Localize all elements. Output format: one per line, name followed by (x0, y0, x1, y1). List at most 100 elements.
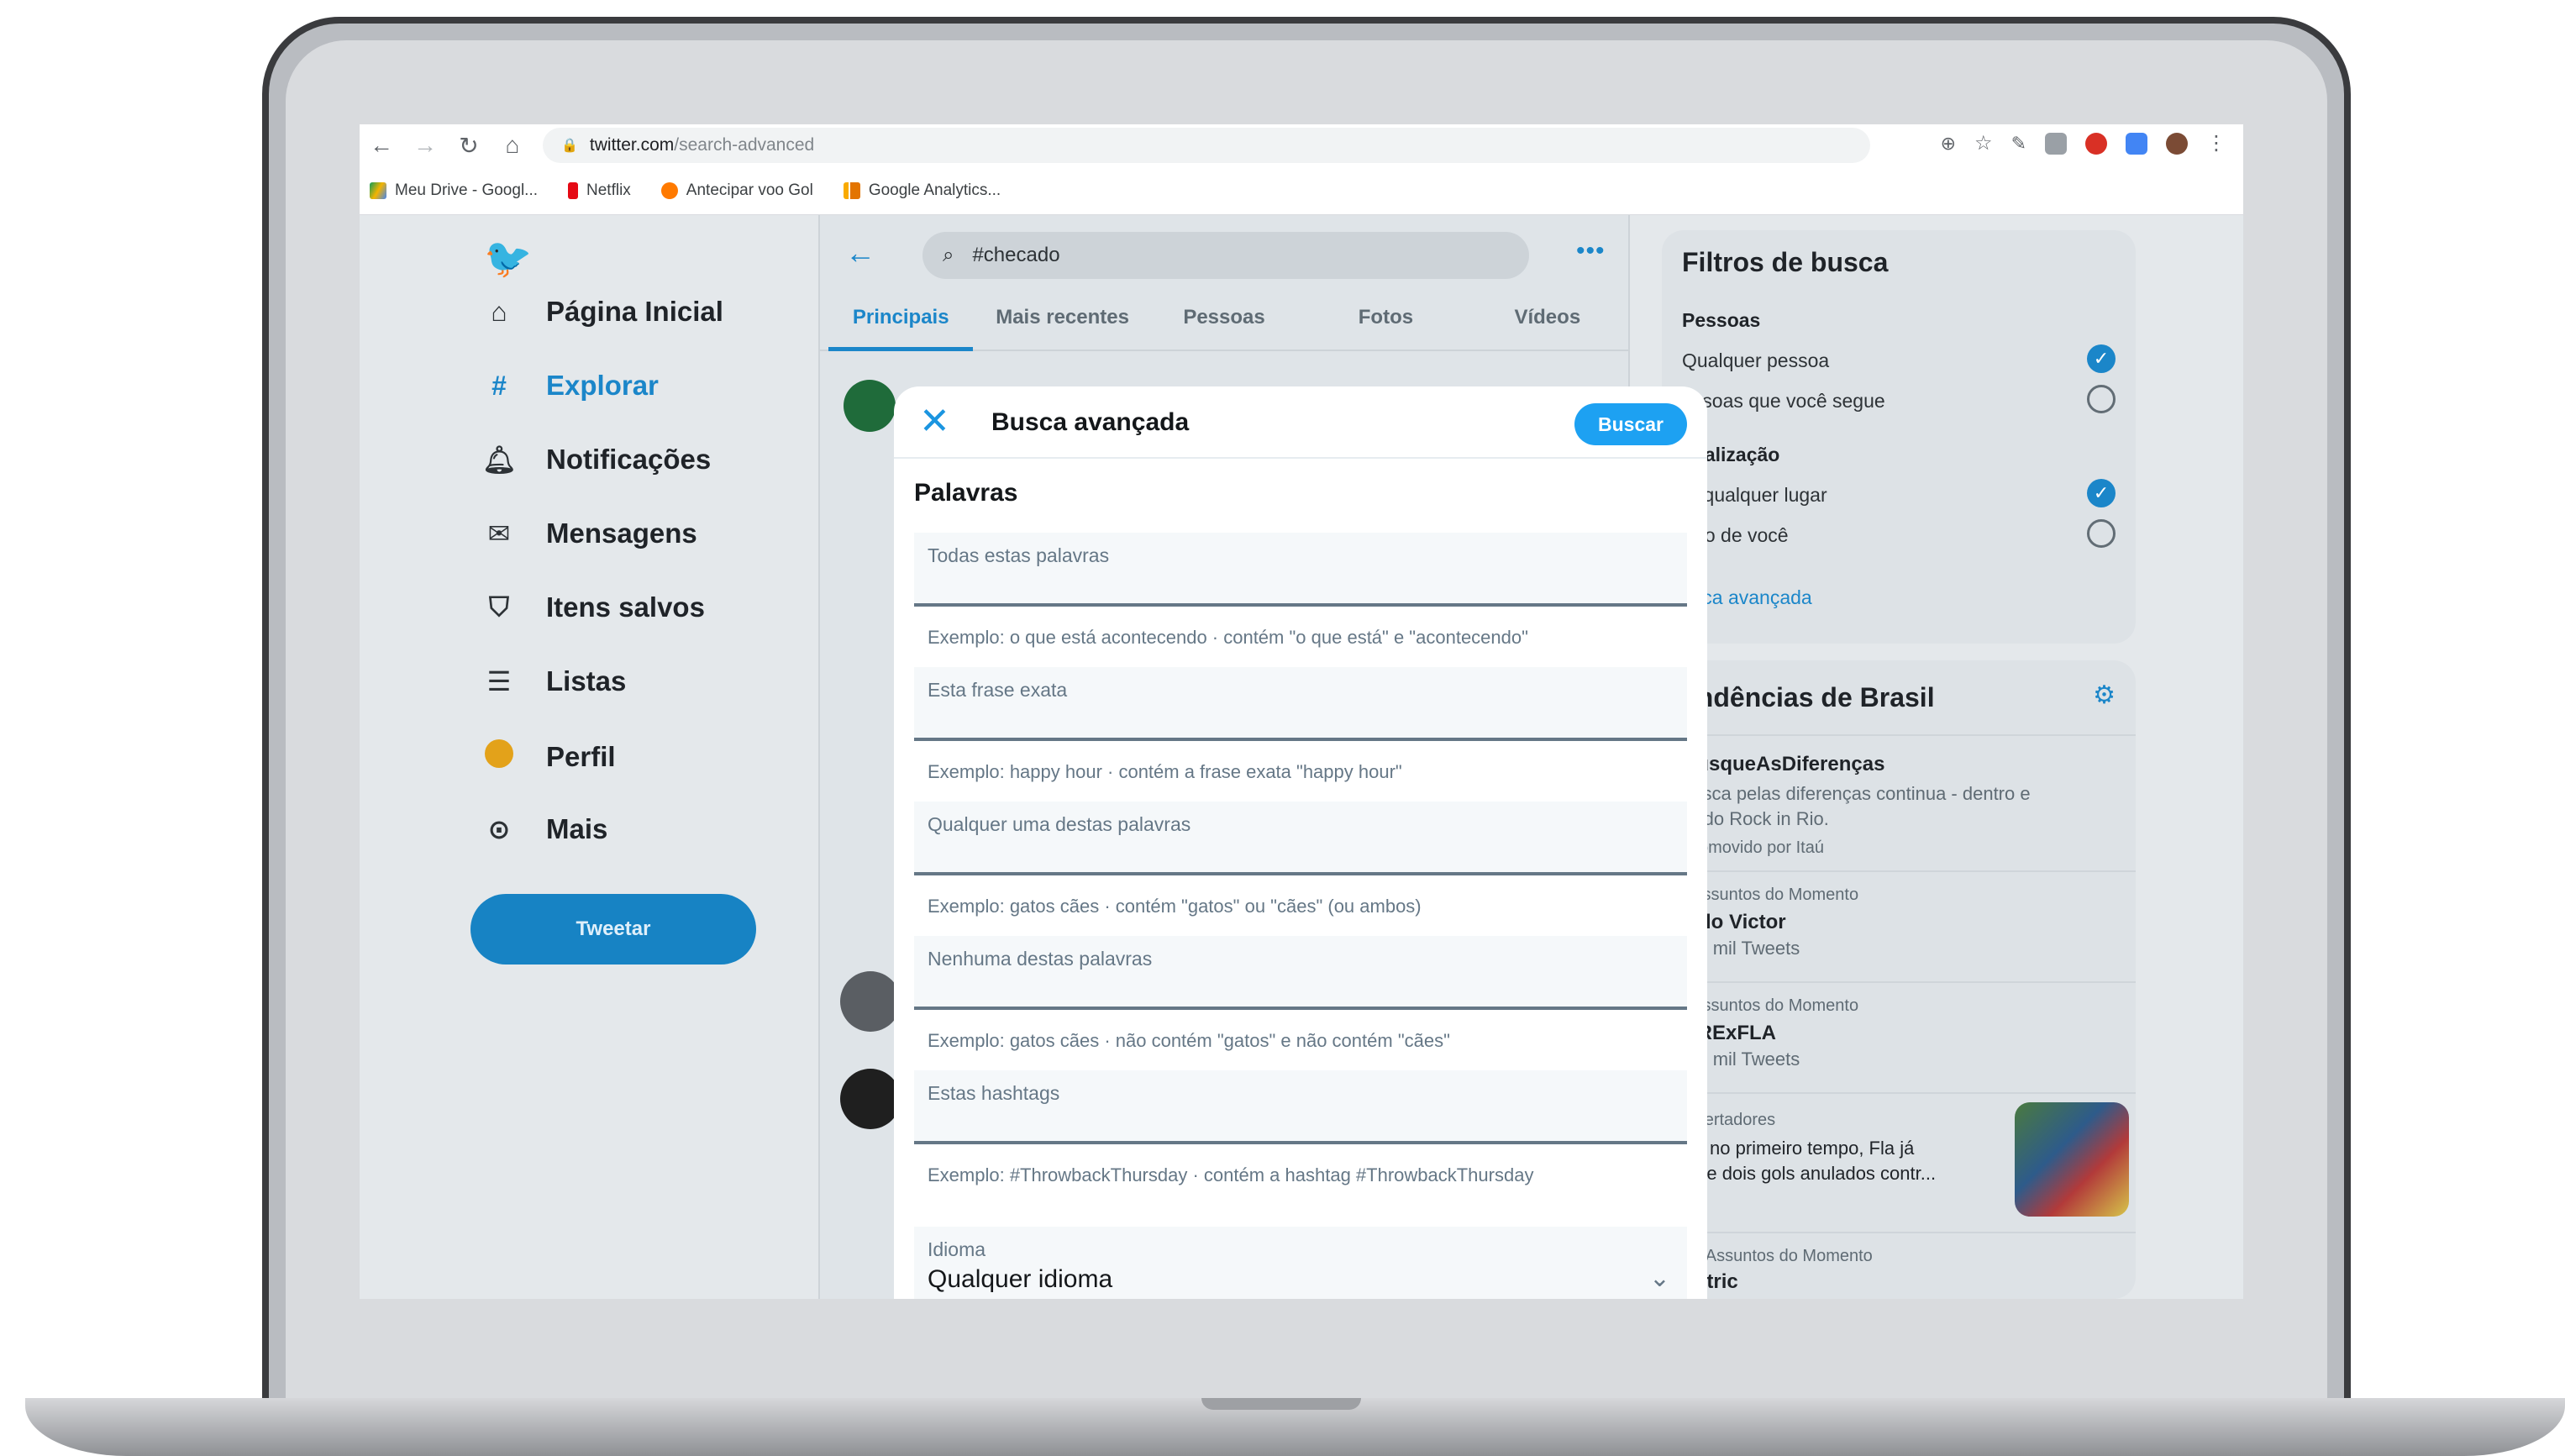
divider (1662, 981, 2136, 983)
menu-kebab-icon[interactable]: ⋮ (2206, 131, 2226, 155)
field-hint: Exemplo: gatos cães · contém "gatos" ou … (928, 896, 1422, 917)
trend-headline[interactable]: Só no primeiro tempo, Fla já (1682, 1138, 1914, 1159)
back-icon[interactable]: ← (360, 132, 403, 159)
nav-notifications[interactable]: 🔔︎ Notificações (482, 444, 711, 476)
nav-label: Explorar (546, 370, 659, 401)
netflix-icon (568, 181, 578, 199)
search-icon: ⌕ (943, 244, 954, 266)
trend-description: busca pelas diferenças continua - dentro… (1682, 783, 2031, 804)
nav-label: Notificações (546, 444, 712, 475)
extension-grid-icon[interactable] (2045, 132, 2067, 155)
search-input[interactable]: ⌕ #checado (922, 232, 1529, 279)
any-words-field[interactable]: Qualquer uma destas palavras (914, 802, 1687, 875)
trends-panel: endências de Brasil ⚙ BusqueAsDiferenças… (1662, 660, 2136, 1299)
list-icon: ☰ (486, 666, 512, 696)
drive-icon (370, 181, 386, 199)
bookmark-label: Meu Drive - Googl... (395, 181, 538, 199)
nav-explore[interactable]: # Explorar (482, 370, 659, 402)
profile-avatar-icon[interactable] (2166, 132, 2188, 155)
reload-icon[interactable]: ↻ (447, 132, 491, 160)
tab-fotos[interactable]: Fotos (1305, 286, 1466, 350)
trends-title: endências de Brasil (1682, 682, 1935, 712)
tab-pessoas[interactable]: Pessoas (1143, 286, 1305, 350)
nav-label: Perfil (546, 741, 616, 772)
avatar[interactable] (844, 380, 896, 432)
bookmark-analytics[interactable]: Google Analytics... (843, 181, 1001, 200)
nav-label: Página Inicial (546, 296, 723, 327)
field-hint: Exemplo: happy hour · contém a frase exa… (928, 761, 1402, 782)
tab-principais[interactable]: Principais (820, 286, 981, 351)
chevron-down-icon: ⌄ (1648, 1264, 1670, 1292)
nav-more[interactable]: ⊙ Mais (482, 813, 608, 845)
trend-thumbnail[interactable] (2015, 1102, 2129, 1217)
trend-headline[interactable]: teve dois gols anulados contr... (1682, 1163, 1936, 1185)
field-label: Qualquer uma destas palavras (928, 813, 1191, 835)
close-icon[interactable]: ✕ (919, 400, 950, 443)
forward-icon[interactable]: → (403, 132, 447, 159)
gol-icon (660, 181, 678, 199)
language-label: Idioma (928, 1238, 986, 1260)
field-label: Nenhuma destas palavras (928, 948, 1153, 970)
language-value: Qualquer idioma (928, 1265, 1113, 1293)
modal-header: ✕ Busca avançada Buscar (894, 386, 1707, 459)
mail-icon: ✉ (487, 518, 511, 549)
radio-anyone[interactable]: ✓ (2087, 344, 2116, 373)
laptop-notch (1201, 1398, 1361, 1410)
none-words-field[interactable]: Nenhuma destas palavras (914, 936, 1687, 1010)
nav-label: Mais (546, 813, 608, 844)
field-hint: Exemplo: gatos cães · não contém "gatos"… (928, 1030, 1450, 1051)
search-button[interactable]: Buscar (1574, 403, 1687, 445)
nav-lists[interactable]: ☰ Listas (482, 665, 627, 697)
filters-title: Filtros de busca (1682, 247, 1889, 277)
hashtags-field[interactable]: Estas hashtags (914, 1070, 1687, 1144)
exact-phrase-field[interactable]: Esta frase exata (914, 667, 1687, 741)
nav-label: Mensagens (546, 518, 697, 549)
nav-home[interactable]: ⌂ Página Inicial (482, 296, 723, 328)
trend-context: · Assuntos do Momento (1682, 886, 1859, 904)
address-bar[interactable]: 🔒 twitter.com/search-advanced (543, 128, 1870, 163)
more-options-icon[interactable]: ••• (1576, 237, 1606, 265)
nav-bookmarks[interactable]: ⛉ Itens salvos (482, 591, 705, 623)
all-words-field[interactable]: Todas estas palavras (914, 533, 1687, 607)
option-anyone[interactable]: Qualquer pessoa (1682, 350, 1829, 372)
bookmarks-bar: Meu Drive - Googl... Netflix Antecipar v… (360, 166, 2243, 215)
option-following[interactable]: essoas que você segue (1682, 390, 1885, 413)
extension-red-icon[interactable] (2085, 132, 2107, 155)
bookmark-drive[interactable]: Meu Drive - Googl... (370, 181, 538, 200)
radio-near-you[interactable] (2087, 519, 2116, 548)
radio-following[interactable] (2087, 385, 2116, 413)
divider (1662, 734, 2136, 736)
extension-blue-icon[interactable] (2126, 132, 2147, 155)
pencil-icon[interactable]: ✎ (2011, 133, 2026, 155)
trend-title[interactable]: BusqueAsDiferenças (1682, 753, 1884, 776)
avatar[interactable] (840, 971, 901, 1032)
back-arrow-icon[interactable]: ← (845, 235, 875, 271)
field-label: Esta frase exata (928, 679, 1068, 701)
nav-label: Itens salvos (546, 591, 705, 623)
nav-profile[interactable]: Perfil (482, 739, 616, 775)
tab-mais-recentes[interactable]: Mais recentes (981, 286, 1143, 350)
radio-anywhere[interactable]: ✓ (2087, 479, 2116, 507)
install-icon[interactable]: ⊕ (1941, 133, 1956, 155)
star-icon[interactable]: ☆ (1974, 131, 1993, 155)
language-select[interactable]: Idioma Qualquer idioma ⌄ (914, 1227, 1687, 1299)
url-host: twitter.com (589, 135, 675, 155)
twitter-bird-icon[interactable]: 🐦 (484, 235, 532, 281)
avatar[interactable] (840, 1069, 901, 1129)
browser-toolbar: ← → ↻ ⌂ 🔒 twitter.com/search-advanced ⊕ … (360, 124, 2243, 166)
gear-icon[interactable]: ⚙ (2093, 681, 2116, 710)
bookmark-label: Google Analytics... (868, 181, 1001, 199)
hashtag-icon: # (491, 370, 507, 401)
tab-videos[interactable]: Vídeos (1467, 286, 1628, 350)
screen: ← → ↻ ⌂ 🔒 twitter.com/search-advanced ⊕ … (360, 124, 2243, 1299)
home-button-icon[interactable]: ⌂ (491, 132, 534, 159)
nav-messages[interactable]: ✉ Mensagens (482, 518, 697, 549)
url-path: /search-advanced (674, 135, 815, 155)
bookmark-gol[interactable]: Antecipar voo Gol (660, 181, 813, 200)
analytics-icon (843, 181, 860, 199)
field-hint: Exemplo: #ThrowbackThursday · contém a h… (928, 1164, 1534, 1185)
more-icon: ⊙ (487, 814, 511, 844)
field-label: Todas estas palavras (928, 544, 1110, 566)
tweet-button[interactable]: Tweetar (470, 894, 756, 965)
bookmark-netflix[interactable]: Netflix (568, 181, 631, 200)
